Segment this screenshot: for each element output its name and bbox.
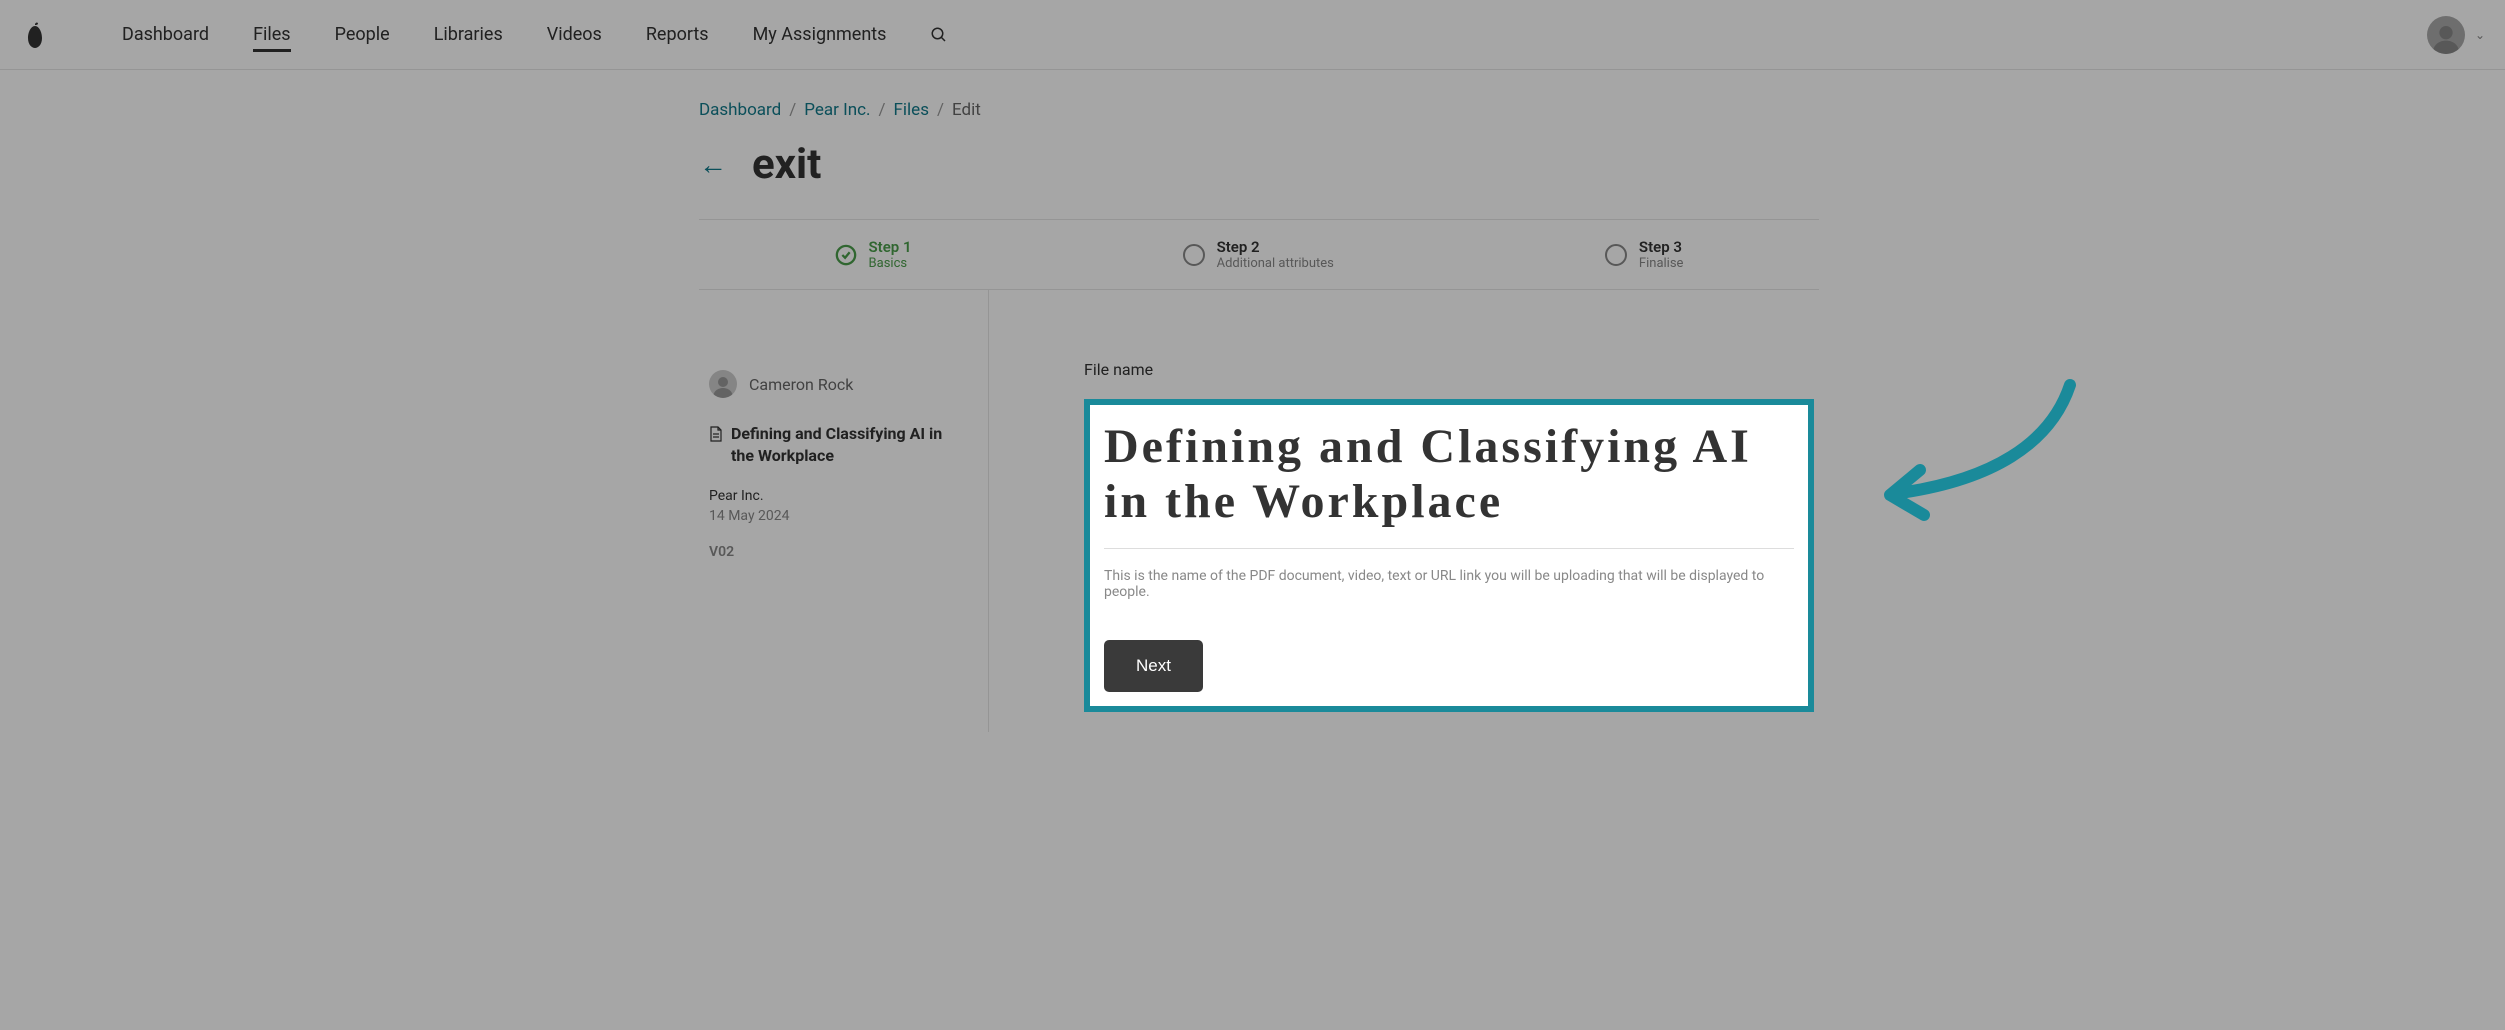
main-content: Dashboard / Pear Inc. / Files / Edit ← e… xyxy=(699,70,1819,762)
step-3[interactable]: Step 3 Finalise xyxy=(1605,238,1684,271)
nav-reports[interactable]: Reports xyxy=(624,0,731,70)
nav-libraries[interactable]: Libraries xyxy=(412,0,525,70)
page-title: exit xyxy=(752,140,821,189)
logo[interactable] xyxy=(20,20,50,50)
callout-arrow-icon xyxy=(1870,375,2090,535)
page-header: ← exit xyxy=(699,140,1819,189)
step-1-sub: Basics xyxy=(869,256,912,271)
user-avatar[interactable] xyxy=(2427,16,2465,54)
file-company: Pear Inc. xyxy=(709,488,968,504)
user-icon xyxy=(711,374,735,398)
helper-text: This is the name of the PDF document, vi… xyxy=(1104,568,1794,600)
step-done-icon xyxy=(835,244,857,266)
breadcrumb-sep: / xyxy=(879,100,886,120)
step-3-label: Step 3 xyxy=(1639,238,1684,256)
highlighted-panel: This is the name of the PDF document, vi… xyxy=(1084,399,1814,712)
step-2-sub: Additional attributes xyxy=(1217,256,1334,271)
top-navigation: Dashboard Files People Libraries Videos … xyxy=(0,0,2505,70)
back-arrow-icon[interactable]: ← xyxy=(699,148,727,181)
step-1[interactable]: Step 1 Basics xyxy=(835,238,912,271)
form-area: File name This is the name of the PDF do… xyxy=(989,290,1819,732)
nav-people[interactable]: People xyxy=(313,0,412,70)
step-1-label: Step 1 xyxy=(869,238,912,256)
chevron-down-icon[interactable]: ⌄ xyxy=(2475,28,2485,42)
breadcrumb-pear-inc[interactable]: Pear Inc. xyxy=(804,100,870,120)
nav-files[interactable]: Files xyxy=(231,0,313,70)
file-date: 14 May 2024 xyxy=(709,508,968,524)
breadcrumb-files[interactable]: Files xyxy=(894,100,929,120)
file-name-input[interactable] xyxy=(1104,419,1794,549)
breadcrumb-current: Edit xyxy=(952,100,981,120)
file-name-label: File name xyxy=(1084,360,1819,379)
nav-search[interactable] xyxy=(908,26,970,44)
nav-videos[interactable]: Videos xyxy=(525,0,624,70)
user-icon xyxy=(2430,22,2462,54)
breadcrumb-dashboard[interactable]: Dashboard xyxy=(699,100,781,120)
editor-layout: Cameron Rock Defining and Classifying AI… xyxy=(699,290,1819,732)
file-icon xyxy=(709,426,723,446)
nav-dashboard[interactable]: Dashboard xyxy=(100,0,231,70)
file-title: Defining and Classifying AI in the Workp… xyxy=(731,423,968,468)
step-pending-icon xyxy=(1605,244,1627,266)
step-2-label: Step 2 xyxy=(1217,238,1334,256)
breadcrumb-sep: / xyxy=(789,100,796,120)
author-avatar xyxy=(709,370,737,398)
breadcrumb-sep: / xyxy=(937,100,944,120)
nav-right: ⌄ xyxy=(2427,16,2485,54)
author-name: Cameron Rock xyxy=(749,375,853,394)
step-pending-icon xyxy=(1183,244,1205,266)
step-3-sub: Finalise xyxy=(1639,256,1684,271)
file-title-row: Defining and Classifying AI in the Workp… xyxy=(709,423,968,468)
step-2[interactable]: Step 2 Additional attributes xyxy=(1183,238,1334,271)
next-button[interactable]: Next xyxy=(1104,640,1203,692)
steps-indicator: Step 1 Basics Step 2 Additional attribut… xyxy=(699,219,1819,290)
nav-my-assignments[interactable]: My Assignments xyxy=(731,0,909,70)
pear-logo-icon xyxy=(23,20,47,50)
file-info-sidebar: Cameron Rock Defining and Classifying AI… xyxy=(699,290,989,732)
file-version: V02 xyxy=(709,544,968,560)
breadcrumb: Dashboard / Pear Inc. / Files / Edit xyxy=(699,100,1819,120)
nav-left: Dashboard Files People Libraries Videos … xyxy=(20,0,970,70)
author-row: Cameron Rock xyxy=(709,370,968,398)
search-icon xyxy=(930,26,948,44)
